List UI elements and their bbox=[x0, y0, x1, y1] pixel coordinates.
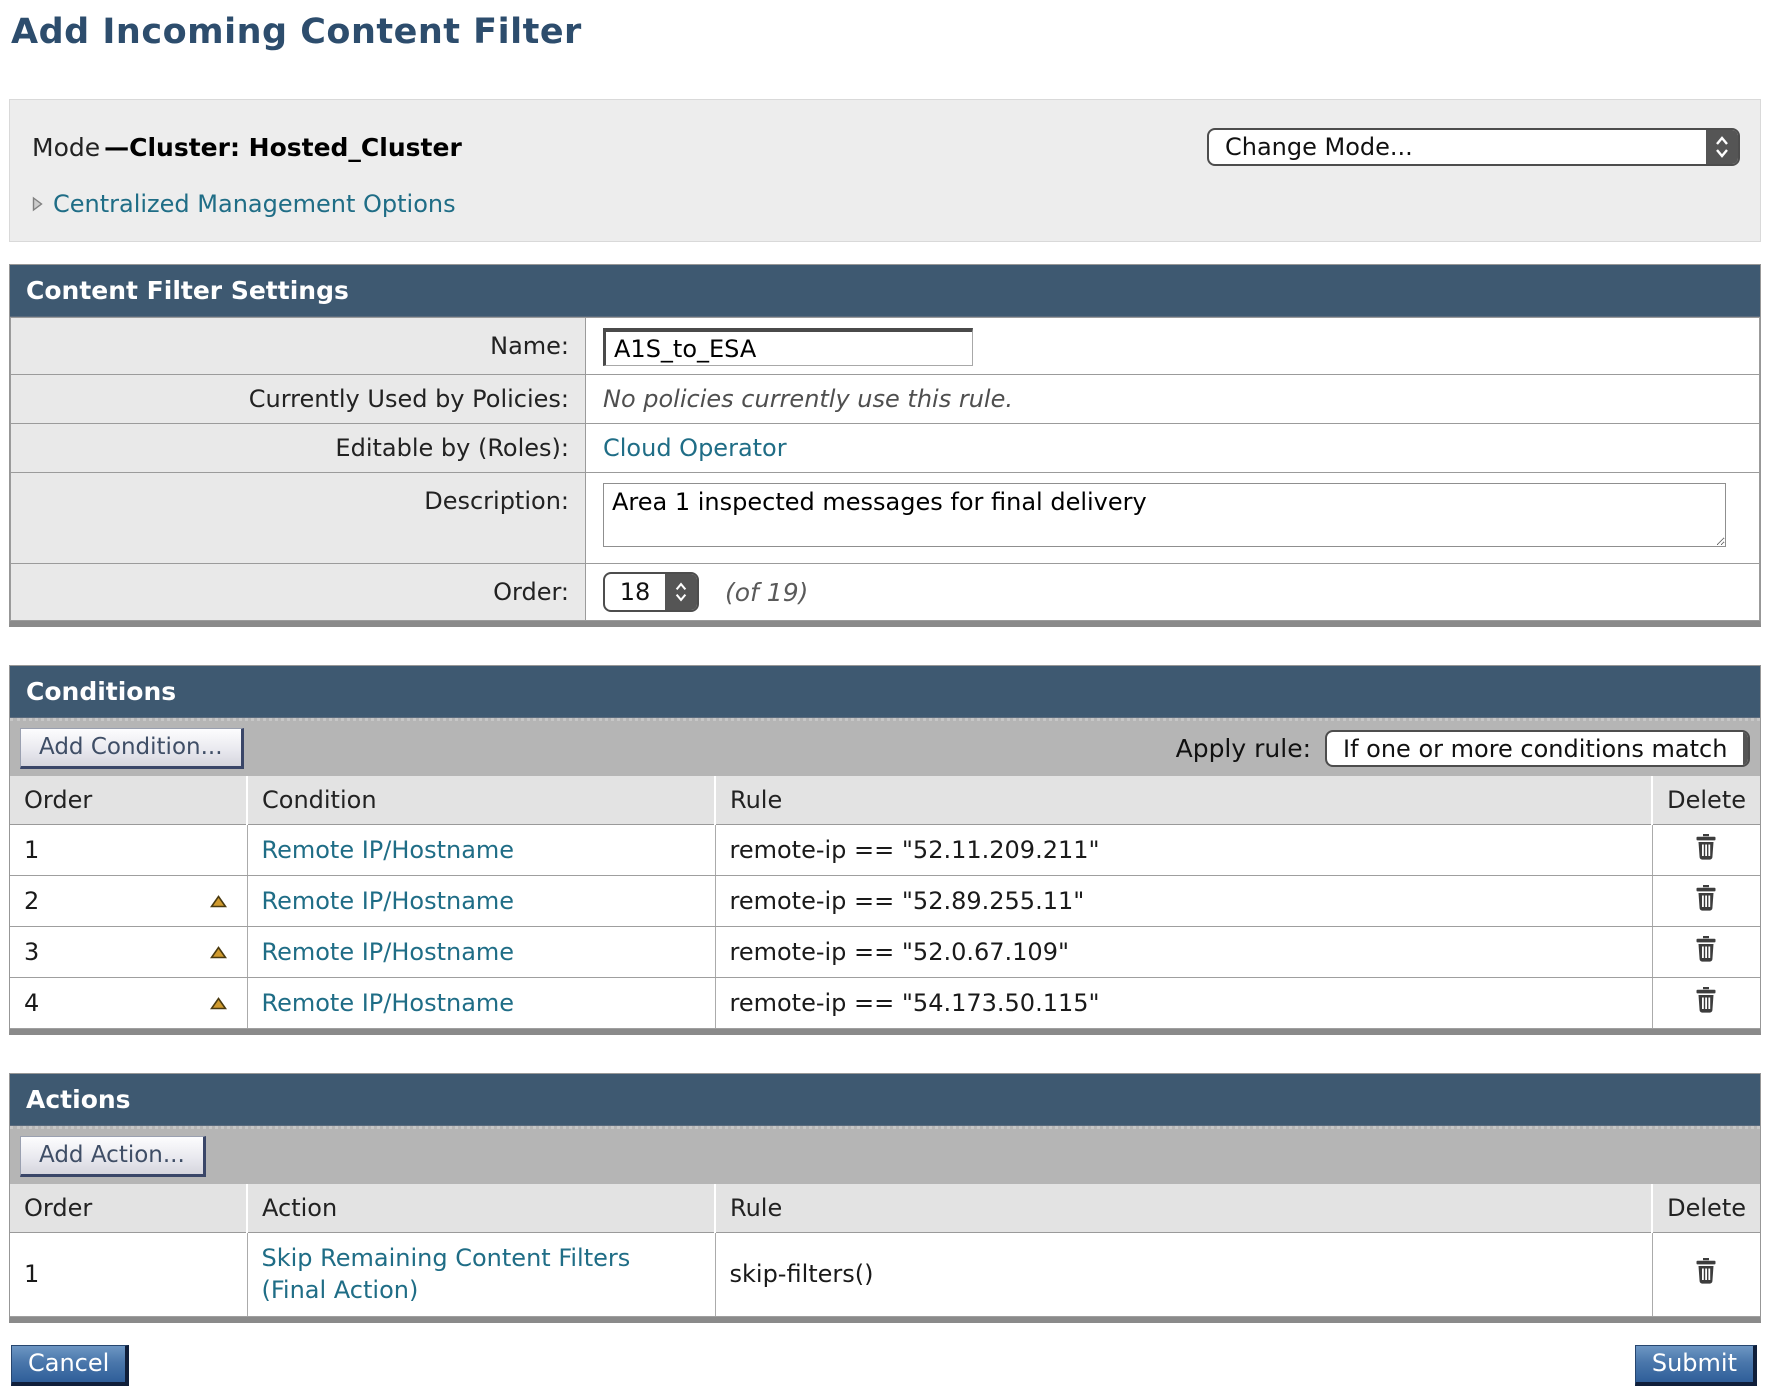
select-stepper-icon bbox=[1743, 732, 1750, 765]
action-rule: skip-filters() bbox=[715, 1233, 1652, 1317]
conditions-col-delete: Delete bbox=[1652, 776, 1760, 825]
conditions-section: Conditions Add Condition... Apply rule: … bbox=[9, 665, 1761, 1035]
move-up-icon[interactable] bbox=[210, 997, 227, 1010]
action-type-link[interactable]: Skip Remaining Content Filters (Final Ac… bbox=[262, 1242, 701, 1307]
delete-condition-trash-icon[interactable] bbox=[1694, 936, 1718, 962]
description-row: Description: Area 1 inspected messages f… bbox=[11, 473, 1760, 564]
policies-value: No policies currently use this rule. bbox=[603, 385, 1013, 413]
order-select[interactable]: 18 bbox=[603, 572, 699, 612]
condition-rule: remote-ip == "52.0.67.109" bbox=[715, 927, 1652, 978]
add-condition-button[interactable]: Add Condition... bbox=[20, 728, 244, 769]
action-order: 1 bbox=[24, 1260, 39, 1288]
select-stepper-icon bbox=[665, 574, 697, 610]
description-label: Description: bbox=[11, 473, 586, 564]
condition-order: 3 bbox=[24, 938, 39, 966]
condition-type-link[interactable]: Remote IP/Hostname bbox=[262, 887, 515, 915]
action-row: 1 Skip Remaining Content Filters (Final … bbox=[10, 1233, 1760, 1317]
apply-rule-label: Apply rule: bbox=[1176, 734, 1311, 763]
actions-section: Actions Add Action... Order Action Rule … bbox=[9, 1073, 1761, 1323]
name-row: Name: bbox=[11, 318, 1760, 375]
actions-col-action: Action bbox=[247, 1184, 715, 1233]
apply-rule-select[interactable]: If one or more conditions match bbox=[1325, 730, 1750, 767]
condition-rule: remote-ip == "54.173.50.115" bbox=[715, 978, 1652, 1029]
actions-header: Actions bbox=[10, 1074, 1760, 1126]
actions-col-order: Order bbox=[10, 1184, 247, 1233]
actions-col-rule: Rule bbox=[715, 1184, 1652, 1233]
change-mode-select-value: Change Mode... bbox=[1209, 130, 1706, 164]
move-up-icon[interactable] bbox=[210, 895, 227, 908]
conditions-col-rule: Rule bbox=[715, 776, 1652, 825]
order-row: Order: 18 (of 19) bbox=[11, 564, 1760, 621]
delete-condition-trash-icon[interactable] bbox=[1694, 987, 1718, 1013]
conditions-header: Conditions bbox=[10, 666, 1760, 718]
condition-type-link[interactable]: Remote IP/Hostname bbox=[262, 836, 515, 864]
footer-bar: Cancel Submit bbox=[9, 1345, 1761, 1386]
content-filter-settings-header: Content Filter Settings bbox=[10, 265, 1760, 317]
condition-type-link[interactable]: Remote IP/Hostname bbox=[262, 938, 515, 966]
condition-order: 4 bbox=[24, 989, 39, 1017]
select-stepper-icon bbox=[1706, 130, 1738, 164]
delete-action-trash-icon[interactable] bbox=[1694, 1258, 1718, 1284]
condition-order: 1 bbox=[24, 836, 39, 864]
conditions-col-order: Order bbox=[10, 776, 247, 825]
condition-row: 4 Remote IP/Hostname remote-ip == "54.17… bbox=[10, 978, 1760, 1029]
cancel-button[interactable]: Cancel bbox=[11, 1345, 129, 1386]
content-filter-settings-section: Content Filter Settings Name: Currently … bbox=[9, 264, 1761, 627]
page-title: Add Incoming Content Filter bbox=[11, 12, 1761, 52]
actions-col-delete: Delete bbox=[1652, 1184, 1760, 1233]
description-textarea[interactable]: Area 1 inspected messages for final deli… bbox=[603, 483, 1726, 547]
cloud-operator-link[interactable]: Cloud Operator bbox=[603, 434, 787, 462]
mode-label: Mode bbox=[32, 133, 100, 162]
mode-text: Mode—Cluster: Hosted_Cluster bbox=[32, 133, 462, 162]
mode-panel: Mode—Cluster: Hosted_Cluster Change Mode… bbox=[9, 99, 1761, 242]
condition-row: 3 Remote IP/Hostname remote-ip == "52.0.… bbox=[10, 927, 1760, 978]
mode-value: —Cluster: Hosted_Cluster bbox=[104, 133, 462, 162]
expand-triangle-icon[interactable] bbox=[32, 196, 43, 212]
order-label: Order: bbox=[11, 564, 586, 621]
submit-button[interactable]: Submit bbox=[1635, 1345, 1757, 1386]
condition-row: 1 Remote IP/Hostname remote-ip == "52.11… bbox=[10, 825, 1760, 876]
order-total: (of 19) bbox=[725, 578, 808, 607]
add-action-button[interactable]: Add Action... bbox=[20, 1136, 206, 1177]
centralized-management-options-link[interactable]: Centralized Management Options bbox=[53, 190, 456, 218]
policies-row: Currently Used by Policies: No policies … bbox=[11, 375, 1760, 424]
roles-row: Editable by (Roles): Cloud Operator bbox=[11, 424, 1760, 473]
name-label: Name: bbox=[11, 318, 586, 375]
condition-rule: remote-ip == "52.89.255.11" bbox=[715, 876, 1652, 927]
condition-order: 2 bbox=[24, 887, 39, 915]
apply-rule-select-value: If one or more conditions match bbox=[1327, 732, 1743, 765]
name-input[interactable] bbox=[603, 328, 973, 366]
roles-label: Editable by (Roles): bbox=[11, 424, 586, 473]
condition-row: 2 Remote IP/Hostname remote-ip == "52.89… bbox=[10, 876, 1760, 927]
change-mode-select[interactable]: Change Mode... bbox=[1207, 128, 1740, 166]
actions-toolbar: Add Action... bbox=[10, 1126, 1760, 1184]
move-up-icon[interactable] bbox=[210, 946, 227, 959]
conditions-toolbar: Add Condition... Apply rule: If one or m… bbox=[10, 718, 1760, 776]
condition-rule: remote-ip == "52.11.209.211" bbox=[715, 825, 1652, 876]
delete-condition-trash-icon[interactable] bbox=[1694, 834, 1718, 860]
conditions-col-condition: Condition bbox=[247, 776, 715, 825]
policies-label: Currently Used by Policies: bbox=[11, 375, 586, 424]
delete-condition-trash-icon[interactable] bbox=[1694, 885, 1718, 911]
order-select-value: 18 bbox=[605, 574, 665, 610]
condition-type-link[interactable]: Remote IP/Hostname bbox=[262, 989, 515, 1017]
